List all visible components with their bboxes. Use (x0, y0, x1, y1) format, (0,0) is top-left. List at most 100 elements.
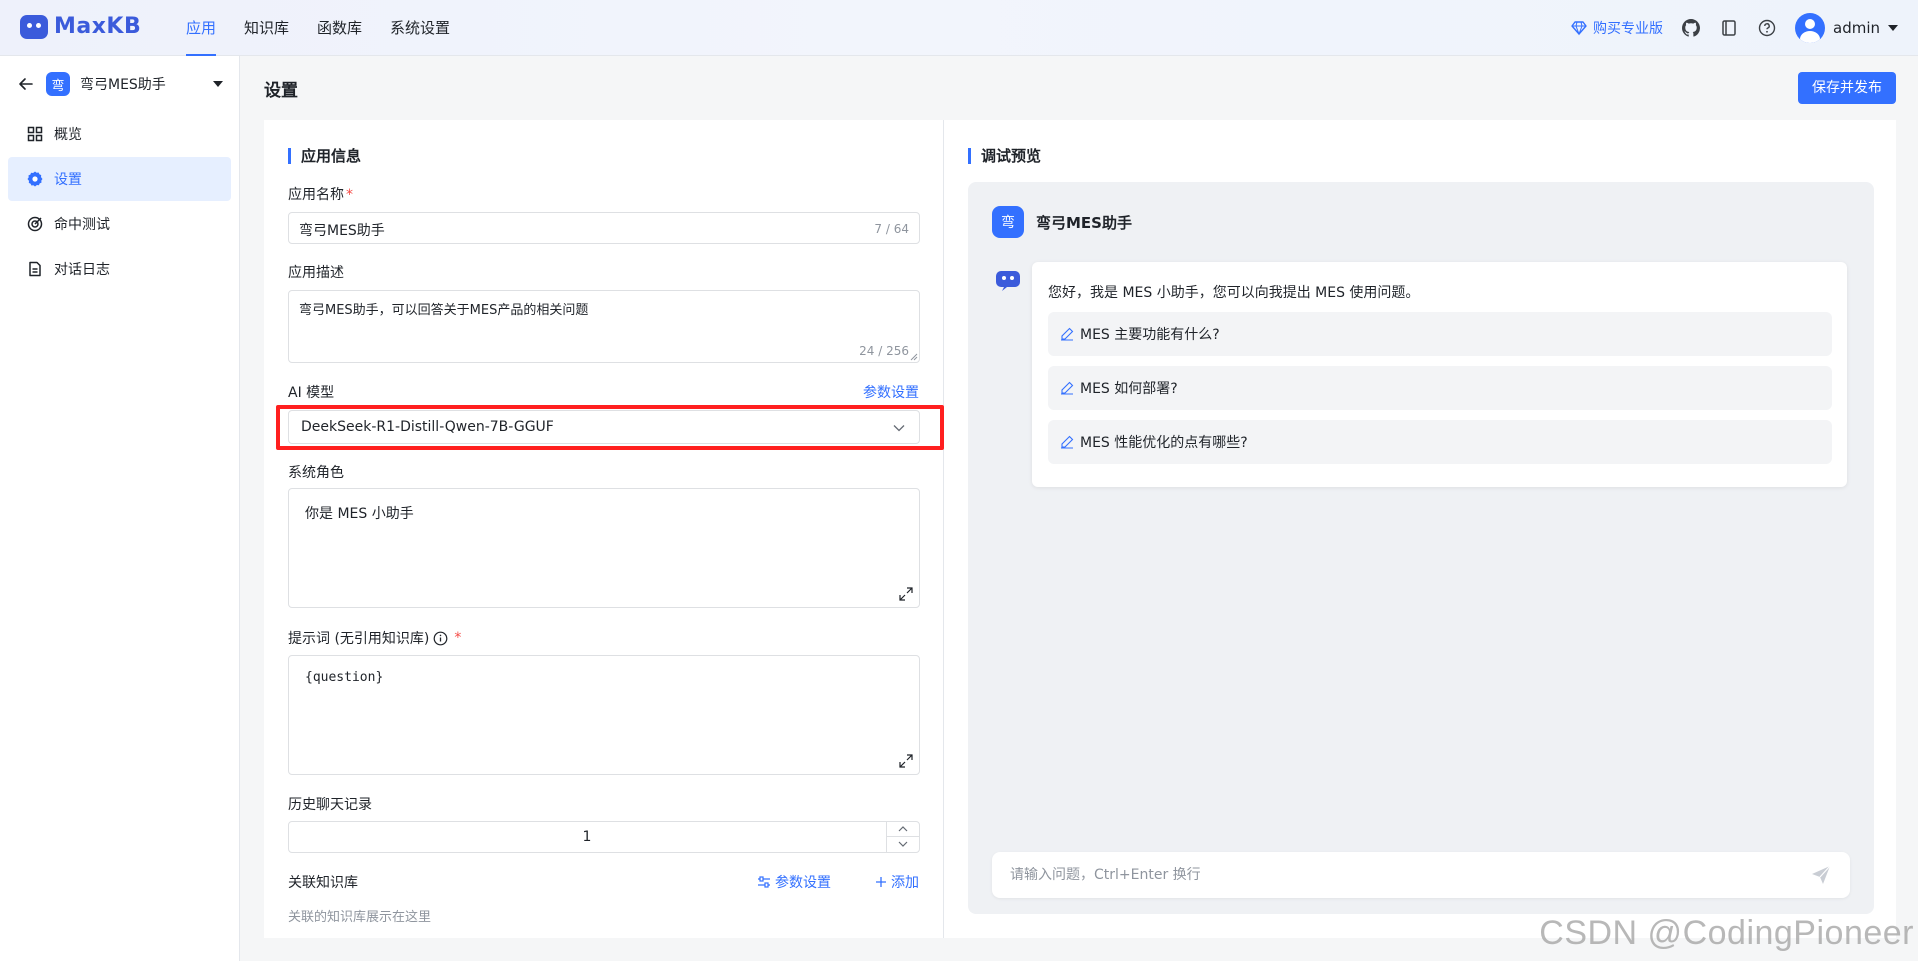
app-badge: 弯 (46, 72, 70, 96)
required-marker: * (346, 187, 353, 203)
topnav-item-apps[interactable]: 应用 (172, 0, 230, 56)
expand-icon[interactable] (899, 754, 913, 768)
gear-icon (26, 170, 44, 188)
suggested-question-text: MES 性能优化的点有哪些? (1080, 435, 1248, 451)
page-title: 设置 (264, 81, 298, 101)
send-icon[interactable] (1810, 864, 1832, 886)
model-param-settings-link[interactable]: 参数设置 (863, 382, 919, 402)
stepper-down-button[interactable] (887, 837, 919, 851)
save-and-publish-button[interactable]: 保存并发布 (1798, 72, 1896, 104)
app-description-textarea[interactable]: 弯弓MES助手，可以回答关于MES产品的相关问题 24 / 256 (288, 290, 920, 363)
chat-header: 弯 弯弓MES助手 (992, 206, 1132, 238)
chat-app-name: 弯弓MES助手 (1036, 213, 1132, 232)
app-name-label-text: 应用名称 (288, 187, 344, 203)
sidebar-item-overview[interactable]: 概览 (8, 112, 231, 156)
pencil-icon (1061, 435, 1074, 449)
topnav-item-system-settings[interactable]: 系统设置 (376, 0, 464, 56)
caret-down-icon[interactable] (213, 81, 223, 87)
suggested-question[interactable]: MES 性能优化的点有哪些? (1048, 420, 1832, 464)
document-icon (26, 260, 44, 278)
section-title-app-info: 应用信息 (288, 148, 361, 164)
app-description-label: 应用描述 (288, 265, 344, 281)
sidebar-item-chat-logs[interactable]: 对话日志 (8, 247, 231, 291)
app-switcher[interactable]: 弯 弯弓MES助手 (0, 56, 239, 112)
app-name-label: 应用名称 * (288, 184, 353, 204)
diamond-icon (1571, 21, 1587, 36)
back-arrow-icon[interactable] (16, 74, 36, 94)
watermark: CSDN @CodingPioneer (1539, 914, 1914, 952)
top-bar: MaxKB 应用 知识库 函数库 系统设置 购买专业版 admin (0, 0, 1918, 56)
suggested-question[interactable]: MES 如何部署? (1048, 366, 1832, 410)
required-marker: * (454, 630, 462, 646)
avatar (1795, 13, 1825, 43)
sidebar: 弯 弯弓MES助手 概览 设置 命中测试 对话日志 (0, 56, 240, 961)
question-input[interactable] (1010, 867, 1810, 883)
top-nav: 应用 知识库 函数库 系统设置 (172, 0, 464, 56)
suggested-question-text: MES 如何部署? (1080, 381, 1178, 397)
greeting-message: 您好，我是 MES 小助手，您可以向我提出 MES 使用问题。 MES 主要功能… (1032, 262, 1847, 487)
add-kb-link[interactable]: 添加 (875, 872, 919, 892)
chevron-down-icon (893, 425, 905, 432)
sidebar-item-settings[interactable]: 设置 (8, 157, 231, 201)
app-info-panel: 应用信息 应用名称 * 弯弓MES助手 7 / 64 应用描述 弯弓MES助手，可… (264, 120, 944, 938)
user-menu[interactable]: admin (1795, 13, 1898, 43)
debug-preview-panel: 调试预览 弯 弯弓MES助手 您好，我是 MES 小助手，您可以向我提出 MES… (944, 120, 1896, 938)
suggested-question-text: MES 主要功能有什么? (1080, 327, 1220, 343)
chat-preview: 弯 弯弓MES助手 您好，我是 MES 小助手，您可以向我提出 MES 使用问题… (968, 182, 1874, 914)
system-role-value: 你是 MES 小助手 (305, 506, 414, 522)
chat-history-label: 历史聊天记录 (288, 797, 372, 813)
stepper-up-button[interactable] (887, 822, 919, 837)
caret-down-icon (1888, 25, 1898, 31)
prompt-label: 提示词 (无引用知识库) * (288, 628, 461, 648)
chat-input-box[interactable] (992, 852, 1850, 898)
app-name-input[interactable]: 弯弓MES助手 7 / 64 (288, 212, 920, 244)
ai-model-select[interactable]: DeekSeek-R1-Distill-Qwen-7B-GGUF (288, 410, 920, 444)
sliders-icon (758, 876, 770, 888)
sidebar-item-label: 概览 (54, 127, 82, 143)
info-icon[interactable] (433, 631, 448, 646)
topnav-item-knowledge[interactable]: 知识库 (230, 0, 303, 56)
section-title-debug-preview: 调试预览 (968, 148, 1041, 164)
expand-icon[interactable] (899, 587, 913, 601)
suggested-question[interactable]: MES 主要功能有什么? (1048, 312, 1832, 356)
app-description-value: 弯弓MES助手，可以回答关于MES产品的相关问题 (299, 303, 589, 318)
sidebar-item-hit-test[interactable]: 命中测试 (8, 202, 231, 246)
kb-param-settings-label: 参数设置 (775, 875, 831, 891)
brand-name: MaxKB (54, 14, 142, 39)
sidebar-item-label: 设置 (54, 172, 82, 188)
help-icon[interactable] (1757, 18, 1777, 38)
user-name: admin (1833, 19, 1880, 37)
sidebar-item-label: 对话日志 (54, 262, 110, 278)
app-name-value: 弯弓MES助手 (299, 223, 385, 239)
grid-icon (26, 125, 44, 143)
greeting-text: 您好，我是 MES 小助手，您可以向我提出 MES 使用问题。 (1048, 285, 1420, 301)
bot-avatar-icon (996, 271, 1020, 291)
kb-param-settings-link[interactable]: 参数设置 (757, 872, 831, 892)
target-icon (26, 215, 44, 233)
ai-model-label: AI 模型 (288, 385, 335, 401)
chevron-down-icon (898, 841, 908, 847)
topnav-item-functions[interactable]: 函数库 (303, 0, 376, 56)
number-stepper (886, 822, 919, 852)
github-icon[interactable] (1681, 18, 1701, 38)
book-icon[interactable] (1719, 18, 1739, 38)
chevron-up-icon (898, 826, 908, 832)
chat-history-value: 1 (582, 829, 592, 845)
prompt-value: {question} (305, 670, 384, 685)
add-kb-label: 添加 (891, 875, 919, 891)
pencil-icon (1061, 381, 1074, 395)
buy-pro-link[interactable]: 购买专业版 (1571, 18, 1663, 38)
pencil-icon (1061, 327, 1074, 341)
prompt-editor[interactable]: {question} (288, 655, 920, 775)
plus-icon (876, 877, 886, 887)
app-name-counter: 7 / 64 (874, 222, 909, 236)
app-name: 弯弓MES助手 (80, 77, 166, 93)
chat-history-number-input[interactable]: 1 (288, 821, 920, 853)
maxkb-logo[interactable]: MaxKB (20, 14, 141, 39)
system-role-label: 系统角色 (288, 465, 344, 481)
prompt-label-text: 提示词 (无引用知识库) (288, 631, 430, 647)
system-role-editor[interactable]: 你是 MES 小助手 (288, 488, 920, 608)
buy-pro-label: 购买专业版 (1593, 21, 1663, 37)
sidebar-item-label: 命中测试 (54, 217, 110, 233)
resize-handle-icon[interactable] (910, 353, 918, 361)
